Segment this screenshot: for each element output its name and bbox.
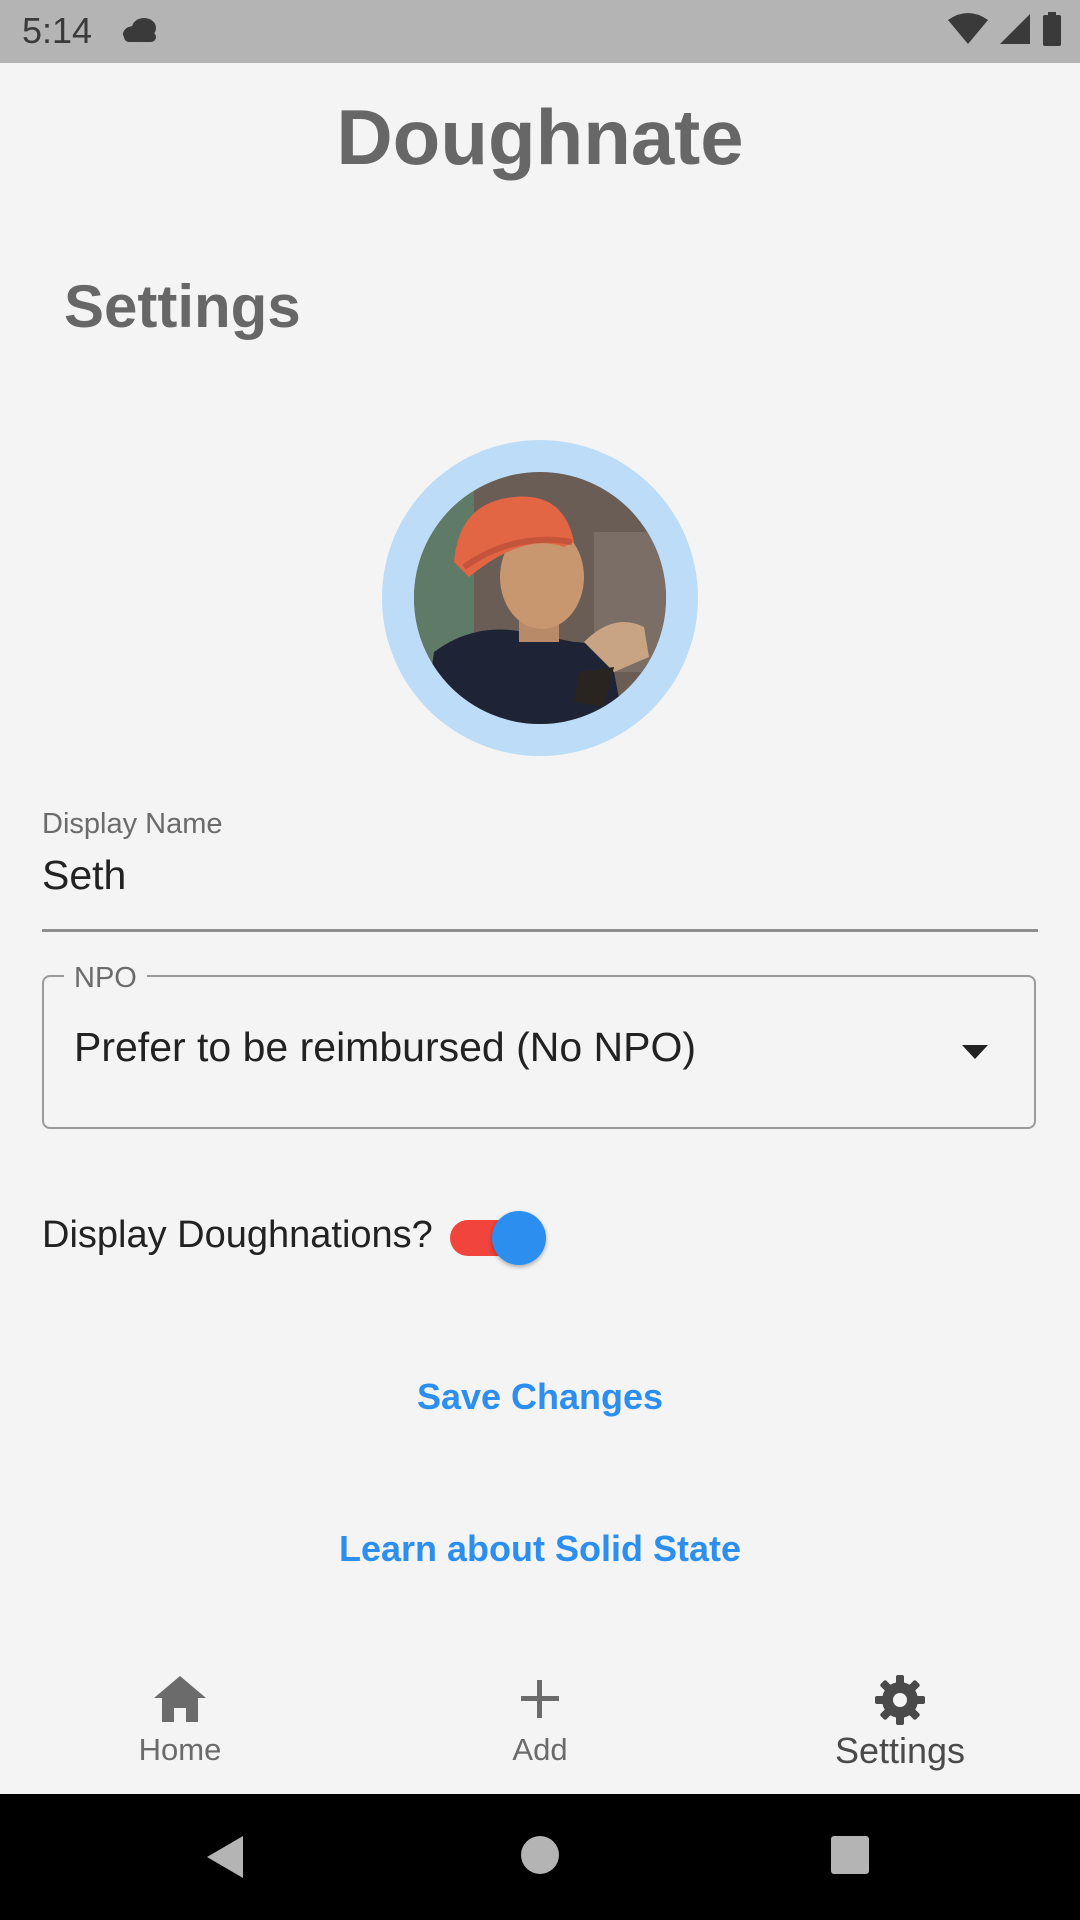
signal-icon (1000, 14, 1030, 44)
battery-icon (1043, 12, 1061, 46)
dropdown-arrow-icon[interactable] (962, 1045, 988, 1059)
gear-icon (875, 1675, 925, 1725)
app-title: Doughnate (336, 93, 744, 181)
cloud-icon (123, 18, 156, 42)
plus-icon (521, 1680, 559, 1718)
avatar-image (414, 472, 666, 724)
recents-icon[interactable] (830, 1835, 870, 1875)
display-name-label: Display Name (42, 808, 223, 840)
status-time: 5:14 (22, 10, 93, 51)
npo-label: NPO (64, 962, 147, 995)
system-nav-bar (0, 1794, 1080, 1920)
display-doughnations-toggle[interactable] (450, 1211, 550, 1265)
home-circle-icon[interactable] (520, 1835, 560, 1875)
nav-label-settings: Settings (834, 1730, 966, 1771)
learn-about-solid-state-link[interactable]: Learn about Solid State (0, 1528, 1080, 1570)
display-name-underline (42, 929, 1038, 932)
display-doughnations-label: Display Doughnations? (42, 1214, 433, 1256)
nav-label-add: Add (512, 1732, 568, 1767)
wifi-icon (948, 13, 988, 44)
display-name-input[interactable]: Seth (42, 852, 126, 899)
nav-label-home: Home (138, 1732, 222, 1767)
page-title: Settings (64, 273, 301, 340)
nav-item-home[interactable]: Home (60, 1650, 300, 1768)
bottom-nav: Home Add Settings (0, 1650, 1080, 1794)
npo-selected-value[interactable]: Prefer to be reimbursed (No NPO) (74, 1024, 696, 1071)
save-changes-button[interactable]: Save Changes (0, 1376, 1080, 1418)
toggle-thumb (492, 1211, 546, 1265)
back-icon[interactable] (205, 1834, 245, 1880)
status-bar: 5:14 (0, 0, 1080, 63)
nav-item-settings[interactable]: Settings (780, 1650, 1020, 1772)
nav-item-add[interactable]: Add (420, 1650, 660, 1768)
home-icon (154, 1676, 206, 1722)
avatar[interactable] (414, 472, 666, 724)
